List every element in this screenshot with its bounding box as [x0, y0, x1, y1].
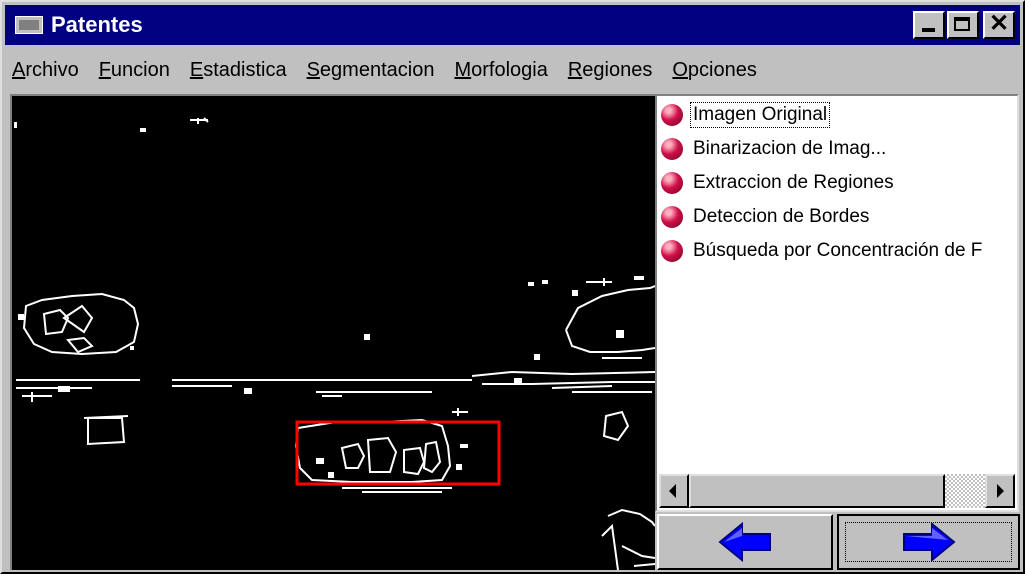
menu-label: egmentacion [319, 59, 435, 81]
window-controls: ✕ [911, 10, 1015, 39]
arrow-right-icon [902, 522, 956, 562]
processing-steps-list[interactable]: Imagen Original Binarizacion de Imag... … [655, 94, 1019, 512]
list-item-label: Búsqueda por Concentración de F [693, 240, 983, 261]
sphere-icon [661, 138, 683, 160]
edge-detected-image [12, 96, 655, 570]
menu-accel: M [454, 59, 472, 81]
maximize-icon [954, 17, 970, 31]
list-item-deteccion[interactable]: Deteccion de Bordes [659, 200, 1015, 234]
sphere-icon [661, 240, 683, 262]
horizontal-scrollbar[interactable] [659, 474, 1015, 508]
menu-morfologia[interactable]: Morfologia [447, 56, 554, 84]
title-bar[interactable]: Patentes ✕ [5, 5, 1020, 45]
menu-accel: E [189, 59, 204, 81]
window-title: Patentes [51, 12, 143, 37]
forward-button[interactable] [837, 514, 1020, 570]
menu-label: pciones [687, 59, 757, 81]
sphere-icon [661, 172, 683, 194]
menu-accel: O [672, 59, 688, 81]
sphere-icon [661, 104, 683, 126]
menu-segmentacion[interactable]: Segmentacion [300, 56, 442, 84]
list-item-label: Binarizacion de Imag... [693, 138, 887, 159]
scroll-right-button[interactable] [985, 474, 1015, 508]
list-item-label: Extraccion de Regiones [693, 172, 894, 193]
menu-accel: S [306, 59, 320, 81]
triangle-right-icon [997, 484, 1004, 498]
menu-label: egiones [582, 59, 653, 81]
menu-funcion[interactable]: Funcion [92, 56, 177, 84]
list-item-binarizacion[interactable]: Binarizacion de Imag... [659, 132, 1015, 166]
menu-accel: F [98, 59, 111, 81]
back-button[interactable] [657, 514, 833, 570]
menu-label: rchivo [25, 59, 79, 81]
scroll-left-button[interactable] [659, 474, 689, 508]
minimize-button[interactable] [913, 11, 945, 39]
scroll-thumb[interactable] [689, 474, 945, 508]
arrow-left-icon [718, 522, 771, 562]
app-window: Patentes ✕ Archivo Funcion Estadistica S… [0, 0, 1025, 574]
menu-accel: A [12, 59, 26, 81]
app-window-icon[interactable] [15, 16, 43, 34]
image-canvas[interactable] [10, 94, 655, 570]
menu-archivo[interactable]: Archivo [5, 56, 86, 84]
list-item-extraccion[interactable]: Extraccion de Regiones [659, 166, 1015, 200]
menu-bar: Archivo Funcion Estadistica Segmentacion… [5, 49, 1020, 91]
minimize-icon [922, 28, 935, 32]
triangle-left-icon [669, 484, 676, 498]
menu-opciones[interactable]: Opciones [665, 56, 764, 84]
menu-label: orfologia [471, 59, 548, 81]
menu-regiones[interactable]: Regiones [561, 56, 660, 84]
list-item-label: Deteccion de Bordes [693, 206, 870, 227]
list-item-imagen-original[interactable]: Imagen Original [659, 98, 1015, 132]
close-button[interactable]: ✕ [983, 10, 1015, 39]
menu-accel: R [567, 59, 583, 81]
sphere-icon [661, 206, 683, 228]
list-item-label: Imagen Original [689, 102, 831, 128]
menu-estadistica[interactable]: Estadistica [183, 56, 294, 84]
close-icon: ✕ [988, 10, 1010, 37]
list-item-busqueda[interactable]: Búsqueda por Concentración de F [659, 234, 1015, 268]
maximize-button[interactable] [947, 11, 979, 39]
list-items: Imagen Original Binarizacion de Imag... … [659, 98, 1015, 466]
menu-label: stadistica [203, 59, 287, 81]
menu-label: uncion [110, 59, 170, 81]
